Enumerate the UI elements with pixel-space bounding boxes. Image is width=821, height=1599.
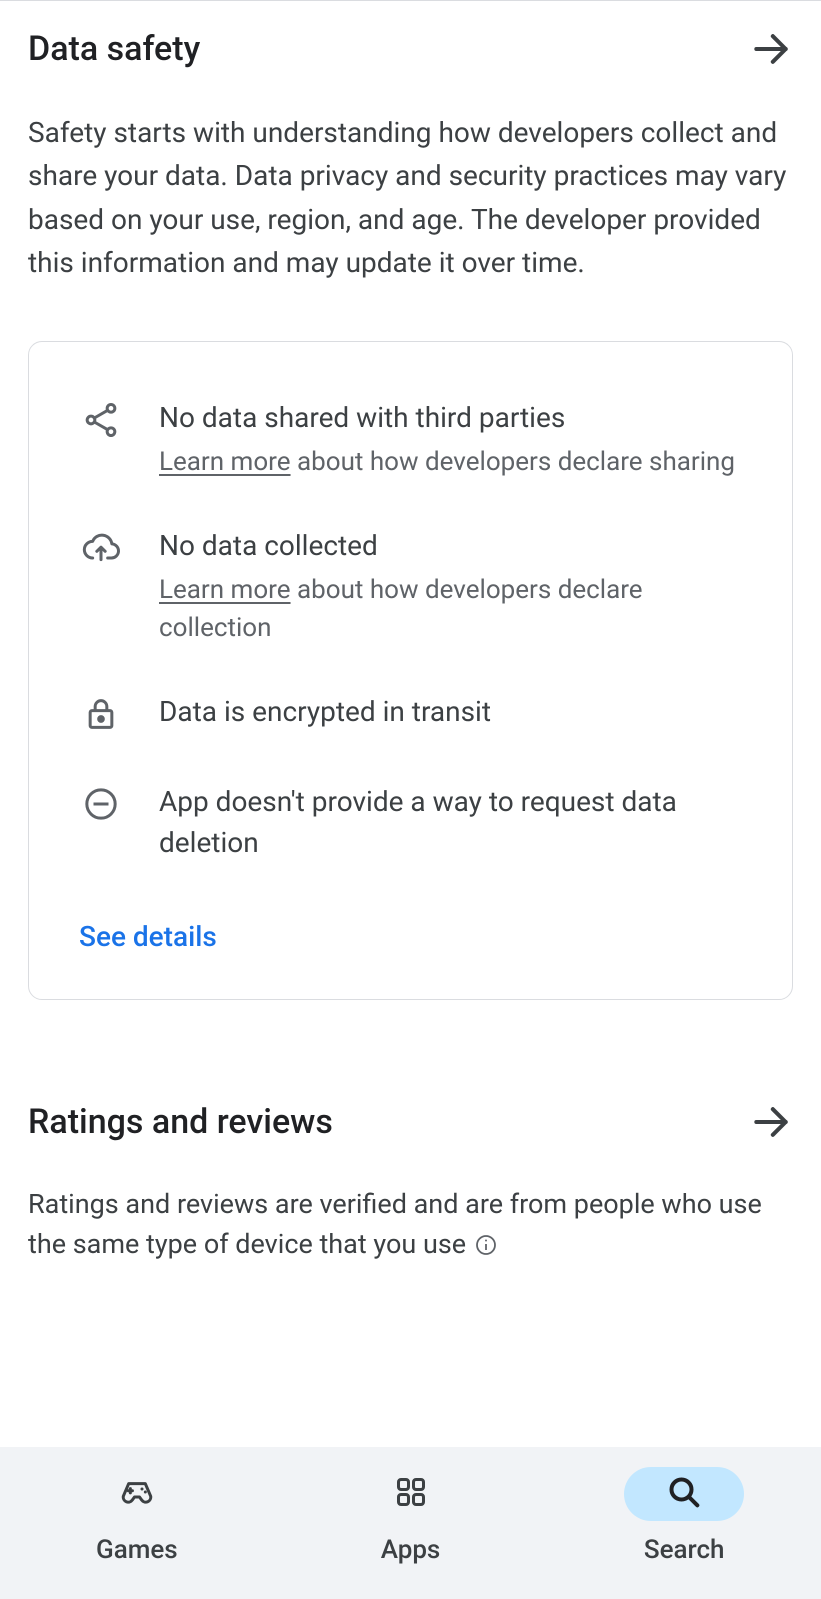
nav-label: Games	[96, 1535, 178, 1565]
info-icon[interactable]	[473, 1232, 499, 1258]
arrow-right-icon	[749, 27, 793, 71]
learn-more-link[interactable]: Learn more	[159, 575, 291, 605]
learn-more-link[interactable]: Learn more	[159, 447, 291, 477]
apps-grid-icon	[391, 1472, 431, 1516]
safety-item-encrypted: Data is encrypted in transit	[79, 692, 742, 739]
safety-item-deletion: App doesn't provide a way to request dat…	[79, 782, 742, 869]
safety-item-collected: No data collected Learn more about how d…	[79, 526, 742, 648]
safety-item-subtext: Learn more about how developers declare …	[159, 444, 742, 482]
lock-icon	[79, 692, 123, 736]
bottom-navigation: Games Apps Search	[0, 1447, 821, 1599]
safety-item-sharing: No data shared with third parties Learn …	[79, 398, 742, 482]
share-icon	[79, 398, 123, 442]
see-details-link[interactable]: See details	[79, 920, 217, 953]
search-icon	[664, 1472, 704, 1516]
data-safety-description: Safety starts with understanding how dev…	[28, 111, 793, 285]
safety-item-title: App doesn't provide a way to request dat…	[159, 782, 742, 863]
no-delete-icon	[79, 782, 123, 826]
safety-item-title: No data shared with third parties	[159, 398, 742, 439]
data-safety-header[interactable]: Data safety	[28, 27, 793, 71]
arrow-right-icon	[749, 1100, 793, 1144]
safety-item-subtext: Learn more about how developers declare …	[159, 572, 742, 647]
nav-games[interactable]: Games	[0, 1467, 274, 1565]
safety-item-title: No data collected	[159, 526, 742, 567]
nav-search[interactable]: Search	[547, 1467, 821, 1565]
cloud-upload-icon	[79, 526, 123, 570]
ratings-reviews-title: Ratings and reviews	[28, 1102, 333, 1142]
nav-apps[interactable]: Apps	[274, 1467, 548, 1565]
safety-item-title: Data is encrypted in transit	[159, 692, 742, 733]
gamepad-icon	[117, 1472, 157, 1516]
ratings-reviews-header[interactable]: Ratings and reviews	[28, 1100, 793, 1144]
nav-label: Search	[644, 1535, 725, 1565]
ratings-reviews-description: Ratings and reviews are verified and are…	[28, 1184, 793, 1265]
data-safety-card: No data shared with third parties Learn …	[28, 341, 793, 1000]
data-safety-title: Data safety	[28, 29, 200, 69]
nav-label: Apps	[381, 1535, 441, 1565]
